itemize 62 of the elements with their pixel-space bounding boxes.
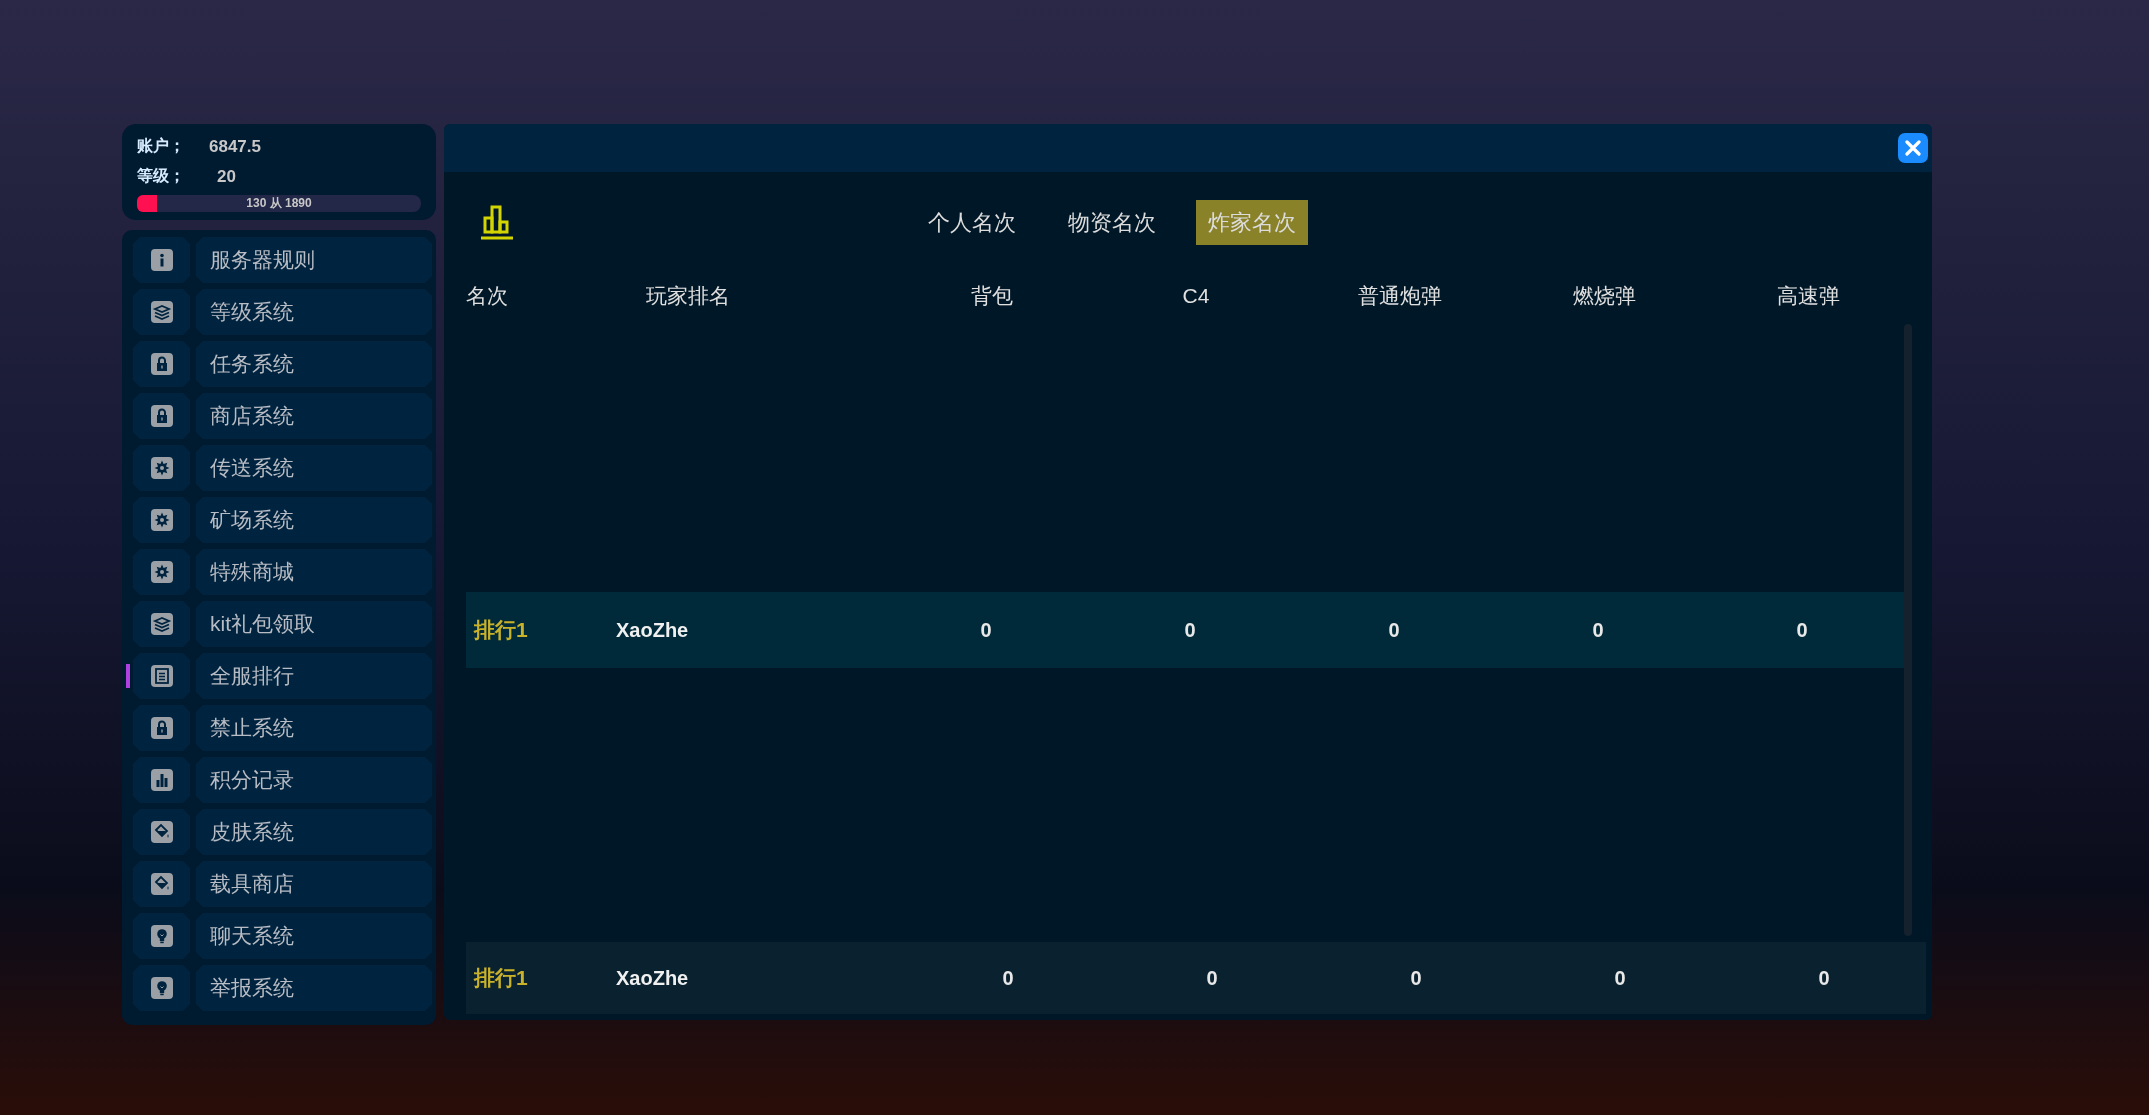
layers-icon [150, 301, 173, 323]
value-cell-text: 0 [979, 618, 993, 643]
sidebar-item[interactable]: 商店系统 [196, 393, 432, 439]
column-header: 燃烧弹 [1571, 283, 1637, 310]
sidebar-item[interactable]: 任务系统 [196, 341, 432, 387]
value-cell-text: 0 [1387, 618, 1401, 643]
value-cell-text: 0 [1183, 618, 1197, 643]
paint-bucket-icon [150, 873, 173, 895]
lightbulb-icon [150, 925, 173, 947]
column-header: 背包 [970, 283, 1014, 310]
sidebar-item[interactable]: 全服排行 [196, 653, 432, 699]
progress-text: 130 从 1890 [245, 195, 313, 212]
info-icon [150, 249, 173, 271]
rank-cell-text: 排行1 [472, 965, 529, 992]
tab[interactable]: 个人名次 [916, 199, 1028, 245]
list-icon [150, 665, 173, 687]
value-cell-text: 0 [1001, 966, 1015, 991]
column-header: 玩家排名 [645, 283, 731, 310]
account-label: 账户； [137, 136, 186, 156]
value-cell-text: 0 [1205, 966, 1219, 991]
paint-bucket-icon [150, 821, 173, 843]
column-header: 名次 [466, 283, 509, 310]
bar-chart-icon [480, 204, 514, 240]
value-cell-text: 0 [1409, 966, 1423, 991]
gear-icon [150, 509, 173, 531]
column-header: C4 [1181, 283, 1211, 310]
sidebar-item[interactable]: 皮肤系统 [196, 809, 432, 855]
sidebar-item[interactable]: 积分记录 [196, 757, 432, 803]
player-cell-text: XaoZhe [616, 618, 690, 643]
value-cell-text: 0 [1795, 618, 1809, 643]
layers-icon [150, 613, 173, 635]
ranking-row[interactable]: 排行1 XaoZhe 0 0 0 0 0 [466, 592, 1904, 668]
column-header: 普通炮弹 [1357, 283, 1443, 310]
sidebar-item[interactable]: 载具商店 [196, 861, 432, 907]
sidebar-item[interactable]: 矿场系统 [196, 497, 432, 543]
close-icon [1905, 140, 1921, 156]
close-button[interactable] [1898, 133, 1928, 163]
lock-icon [150, 405, 173, 427]
player-cell-text: XaoZhe [616, 966, 690, 991]
sidebar-item[interactable]: kit礼包领取 [196, 601, 432, 647]
tab[interactable]: 物资名次 [1056, 199, 1168, 245]
sidebar-item[interactable]: 等级系统 [196, 289, 432, 335]
sidebar-item[interactable]: 特殊商城 [196, 549, 432, 595]
sidebar-item[interactable]: 举报系统 [196, 965, 432, 1011]
gear-icon [150, 561, 173, 583]
lightbulb-icon [150, 977, 173, 999]
value-cell-text: 0 [1613, 966, 1627, 991]
sidebar-item[interactable]: 聊天系统 [196, 913, 432, 959]
sidebar-item[interactable]: 禁止系统 [196, 705, 432, 751]
value-cell-text: 0 [1817, 966, 1831, 991]
value-cell-text: 0 [1591, 618, 1605, 643]
gear-icon [150, 457, 173, 479]
sidebar-item[interactable]: 服务器规则 [196, 237, 432, 283]
sidebar-item[interactable]: 传送系统 [196, 445, 432, 491]
bar-chart-icon [150, 769, 173, 791]
level-value: 20 [216, 165, 236, 188]
lock-icon [150, 353, 173, 375]
rank-cell-text: 排行1 [472, 617, 529, 644]
level-label: 等级； [137, 165, 186, 186]
lock-icon [150, 717, 173, 739]
column-header: 高速弹 [1775, 283, 1841, 310]
account-value: 6847.5 [209, 136, 261, 158]
